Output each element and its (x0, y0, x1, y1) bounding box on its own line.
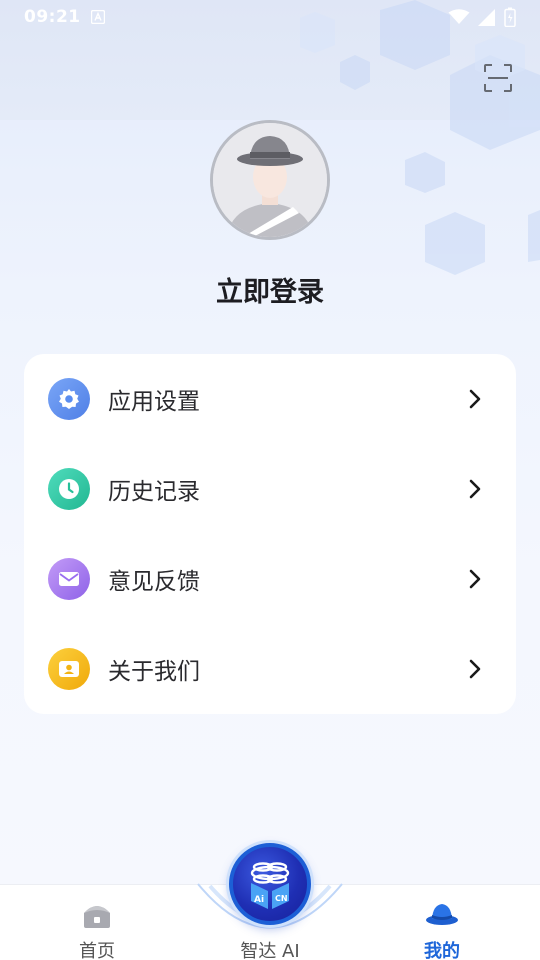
battery-icon (504, 7, 516, 27)
decorative-cubes (300, 0, 540, 275)
menu-item-feedback[interactable]: 意见反馈 (24, 534, 516, 624)
avatar[interactable] (210, 120, 330, 240)
tab-mine-label: 我的 (424, 941, 460, 960)
svg-text:CN: CN (275, 894, 288, 903)
tab-mine[interactable]: 我的 (382, 885, 502, 960)
tab-home-label: 首页 (79, 941, 115, 960)
gear-icon (48, 378, 90, 420)
svg-text:Ai: Ai (254, 895, 264, 905)
hat-icon (426, 904, 458, 925)
chevron-right-icon (469, 479, 481, 499)
tab-home[interactable]: 首页 (37, 885, 157, 960)
menu-item-history[interactable]: 历史记录 (24, 444, 516, 534)
menu-item-about[interactable]: 关于我们 (24, 624, 516, 714)
signal-icon (478, 8, 495, 26)
contact-card-icon (48, 648, 90, 690)
clock-icon (48, 468, 90, 510)
wifi-icon (448, 9, 470, 24)
menu-card: 应用设置 历史记录 意见反馈 关于我们 (24, 354, 516, 714)
menu-item-label: 历史记录 (108, 479, 200, 505)
status-time: 09:21 (24, 7, 81, 27)
scan-icon[interactable] (484, 64, 512, 92)
ai-logo-icon: Ai CN (250, 862, 290, 909)
menu-item-settings[interactable]: 应用设置 (24, 354, 516, 444)
user-avatar-icon (213, 123, 327, 237)
menu-item-label: 关于我们 (108, 659, 200, 685)
chevron-right-icon (469, 659, 481, 679)
menu-item-label: 意见反馈 (108, 569, 200, 595)
status-bar: 09:21 (0, 0, 540, 34)
home-icon (84, 906, 110, 928)
chevron-right-icon (469, 569, 481, 589)
mail-icon (48, 558, 90, 600)
ai-center-button[interactable]: Ai CN (229, 843, 311, 925)
menu-item-label: 应用设置 (108, 389, 200, 415)
chevron-right-icon (469, 389, 481, 409)
login-button[interactable]: 立即登录 (0, 270, 540, 309)
notification-a-icon (90, 10, 105, 24)
